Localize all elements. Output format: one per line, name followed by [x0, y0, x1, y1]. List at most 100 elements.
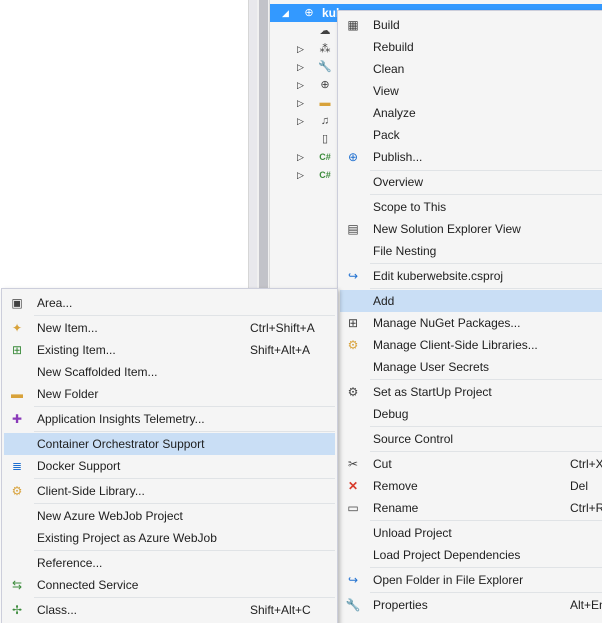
submenu-item-class[interactable]: ✢ Class... Shift+Alt+C	[4, 599, 335, 621]
menu-item-label: Overview	[373, 175, 424, 189]
menu-separator	[370, 194, 602, 195]
menu-item-set-startup[interactable]: ⚙ Set as StartUp Project	[340, 381, 602, 403]
add-submenu: ▣ Area... ✦ New Item... Ctrl+Shift+A ⊞ E…	[1, 288, 338, 623]
collapsed-arrow-icon[interactable]: ▷	[297, 116, 304, 127]
csharp-file-icon: C#	[319, 152, 331, 162]
menu-item-label: Source Control	[373, 432, 454, 446]
submenu-item-new-azure-webjob[interactable]: New Azure WebJob Project	[4, 505, 335, 527]
menu-separator	[370, 592, 602, 593]
menu-item-clean[interactable]: Clean	[340, 58, 602, 80]
menu-item-label: Application Insights Telemetry...	[37, 412, 205, 426]
menu-separator	[370, 567, 602, 568]
menu-item-label: Cut	[373, 457, 392, 471]
new-item-icon: ✦	[11, 321, 23, 335]
menu-separator	[34, 478, 335, 479]
menu-item-label: Publish...	[373, 150, 423, 164]
menu-item-rebuild[interactable]: Rebuild	[340, 36, 602, 58]
menu-item-view[interactable]: View	[340, 80, 602, 102]
scrollbar-thumb[interactable]	[259, 0, 268, 290]
menu-item-label: Area...	[37, 296, 73, 310]
menu-item-label: Client-Side Library...	[37, 484, 145, 498]
menu-item-add[interactable]: Add	[340, 290, 602, 312]
menu-item-analyze[interactable]: Analyze	[340, 102, 602, 124]
submenu-item-area[interactable]: ▣ Area...	[4, 292, 335, 314]
collapsed-arrow-icon[interactable]: ▷	[297, 80, 304, 91]
collapsed-arrow-icon[interactable]: ▷	[297, 152, 304, 163]
submenu-item-container-orchestrator[interactable]: Container Orchestrator Support	[4, 433, 335, 455]
menu-item-label: New Item...	[37, 321, 98, 335]
menu-item-publish[interactable]: ⊕ Publish...	[340, 146, 602, 168]
menu-item-overview[interactable]: Overview	[340, 171, 602, 193]
menu-item-label: Properties	[373, 598, 428, 612]
build-icon: ▦	[347, 18, 359, 32]
menu-item-edit-csproj[interactable]: ↪ Edit kuberwebsite.csproj	[340, 265, 602, 287]
submenu-item-existing-azure-webjob[interactable]: Existing Project as Azure WebJob	[4, 527, 335, 549]
scissors-icon: ✂	[347, 457, 359, 471]
submenu-item-new-scaffolded-item[interactable]: New Scaffolded Item...	[4, 361, 335, 383]
collapsed-arrow-icon[interactable]: ▷	[297, 44, 304, 55]
menu-item-label: Set as StartUp Project	[373, 385, 492, 399]
submenu-item-connected-service[interactable]: ⇆ Connected Service	[4, 574, 335, 596]
folder-icon: ▬	[319, 97, 331, 109]
menu-separator	[370, 426, 602, 427]
menu-item-manage-user-secrets[interactable]: Manage User Secrets	[340, 356, 602, 378]
client-library-icon: ⚙	[347, 338, 359, 352]
menu-item-label: Manage NuGet Packages...	[373, 316, 521, 330]
menu-item-file-nesting[interactable]: File Nesting	[340, 240, 602, 262]
menu-item-label: Connected Service	[37, 578, 139, 592]
menu-separator	[370, 288, 602, 289]
remove-x-icon: ✕	[347, 479, 359, 493]
menu-item-shortcut: Ctrl+Shift+A	[250, 321, 315, 335]
edit-arrow-icon: ↪	[347, 269, 359, 283]
menu-item-label: Remove	[373, 479, 418, 493]
menu-item-cut[interactable]: ✂ Cut Ctrl+X	[340, 453, 602, 475]
submenu-item-new-item[interactable]: ✦ New Item... Ctrl+Shift+A	[4, 317, 335, 339]
menu-item-label: Existing Item...	[37, 343, 116, 357]
menu-item-label: Add	[373, 294, 395, 308]
menu-item-label: Open Folder in File Explorer	[373, 573, 524, 587]
menu-separator	[370, 451, 602, 452]
menu-item-properties[interactable]: 🔧 Properties Alt+Enter	[340, 594, 602, 616]
collapsed-arrow-icon[interactable]: ▷	[297, 62, 304, 73]
dependencies-icon: ⁂	[319, 43, 331, 55]
menu-separator	[370, 520, 602, 521]
menu-item-pack[interactable]: Pack	[340, 124, 602, 146]
submenu-item-existing-item[interactable]: ⊞ Existing Item... Shift+Alt+A	[4, 339, 335, 361]
menu-item-unload-project[interactable]: Unload Project	[340, 522, 602, 544]
menu-item-debug[interactable]: Debug	[340, 403, 602, 425]
menu-item-shortcut: Shift+Alt+C	[250, 603, 311, 617]
properties-wrench-icon: 🔧	[318, 61, 332, 73]
menu-item-scope-to-this[interactable]: Scope to This	[340, 196, 602, 218]
nuget-package-icon: ⊞	[347, 316, 359, 330]
class-icon: ✢	[11, 603, 23, 617]
menu-item-source-control[interactable]: Source Control	[340, 428, 602, 450]
menu-item-open-folder[interactable]: ↪ Open Folder in File Explorer	[340, 569, 602, 591]
menu-item-load-dependencies[interactable]: Load Project Dependencies	[340, 544, 602, 566]
menu-item-label: New Folder	[37, 387, 99, 401]
submenu-item-new-folder[interactable]: ▬ New Folder	[4, 383, 335, 405]
menu-item-label: New Solution Explorer View	[373, 222, 521, 236]
vertical-scrollbar[interactable]	[257, 0, 270, 290]
menu-item-label: Existing Project as Azure WebJob	[37, 531, 217, 545]
globe-icon: ⊕	[320, 79, 330, 91]
wrench-icon: 🔧	[345, 598, 361, 612]
submenu-item-app-insights[interactable]: ✚ Application Insights Telemetry...	[4, 408, 335, 430]
pane-splitter[interactable]	[248, 0, 257, 290]
submenu-item-reference[interactable]: Reference...	[4, 552, 335, 574]
expanded-arrow-icon[interactable]: ◢	[282, 8, 289, 19]
collapsed-arrow-icon[interactable]: ▷	[297, 170, 304, 181]
menu-item-manage-client-libs[interactable]: ⚙ Manage Client-Side Libraries...	[340, 334, 602, 356]
new-folder-icon: ▬	[11, 387, 23, 401]
menu-item-new-solution-explorer-view[interactable]: ▤ New Solution Explorer View	[340, 218, 602, 240]
submenu-item-client-side-library[interactable]: ⚙ Client-Side Library...	[4, 480, 335, 502]
menu-item-rename[interactable]: ▭ Rename Ctrl+R	[340, 497, 602, 519]
menu-item-manage-nuget[interactable]: ⊞ Manage NuGet Packages...	[340, 312, 602, 334]
menu-item-remove[interactable]: ✕ Remove Del	[340, 475, 602, 497]
menu-item-build[interactable]: ▦ Build	[340, 14, 602, 36]
menu-item-label: Manage Client-Side Libraries...	[373, 338, 538, 352]
collapsed-arrow-icon[interactable]: ▷	[297, 98, 304, 109]
menu-item-label: File Nesting	[373, 244, 437, 258]
csharp-file-icon: C#	[319, 170, 331, 180]
lightbulb-icon: ✚	[11, 412, 23, 426]
submenu-item-docker-support[interactable]: ≣ Docker Support	[4, 455, 335, 477]
